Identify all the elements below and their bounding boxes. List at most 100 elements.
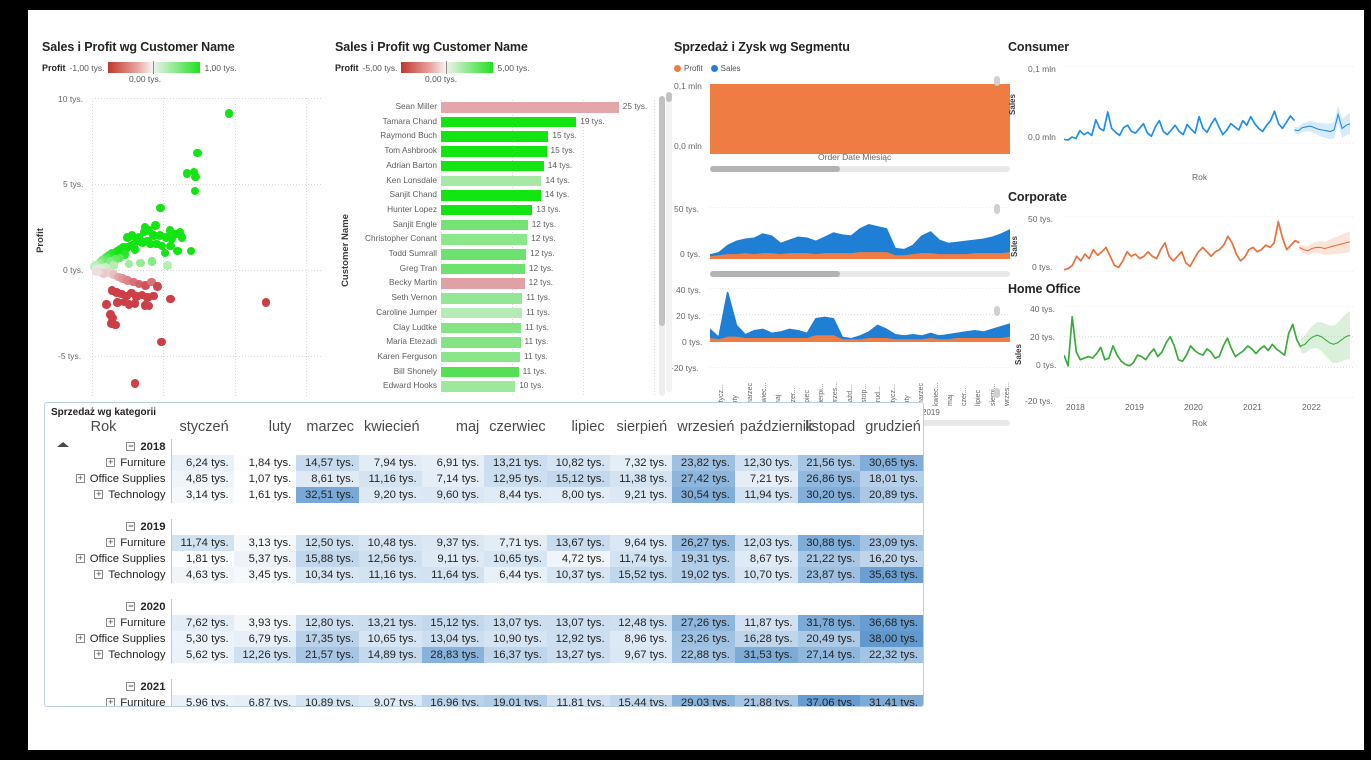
matrix-row[interactable]: + Office Supplies 4,85 tys. 1,07 tys. 8,61 t… (45, 471, 923, 487)
bar-row[interactable]: Adrian Barton 14 tys. (333, 159, 663, 174)
matrix-year-row[interactable]: −2018 (45, 439, 923, 455)
matrix-cell[interactable]: 19,02 tys. (672, 567, 735, 583)
bar-row[interactable]: Bill Shonely 11 tys. (333, 365, 663, 380)
matrix-year-row[interactable]: −2019 (45, 519, 923, 535)
matrix-col-maj[interactable]: maj (422, 418, 485, 439)
matrix-cell[interactable]: 9,20 tys. (358, 487, 422, 503)
matrix-cell[interactable]: 12,30 tys. (734, 455, 798, 471)
bar-row[interactable]: Caroline Jumper 11 tys. (333, 306, 663, 321)
matrix-cell[interactable]: 27,42 tys. (672, 471, 735, 487)
matrix-cell[interactable]: 27,14 tys. (797, 647, 861, 663)
matrix-cell[interactable]: 5,37 tys. (233, 551, 297, 567)
collapse-toggle-icon[interactable]: − (126, 442, 136, 451)
matrix-sort-ascending-icon[interactable] (57, 442, 69, 447)
collapse-toggle-icon[interactable]: − (126, 602, 136, 611)
matrix-row[interactable]: + Technology 5,62 tys. 12,26 tys. 21,57 tys.… (45, 647, 923, 663)
segment-hscrollbar-2[interactable] (710, 271, 1010, 277)
matrix-cell[interactable]: 5,96 tys. (170, 695, 234, 706)
matrix-cell[interactable]: 7,71 tys. (484, 535, 547, 551)
matrix-cell[interactable]: 7,32 tys. (609, 455, 673, 471)
matrix-cell[interactable]: 31,78 tys. (797, 615, 861, 631)
matrix-cell[interactable]: 10,65 tys. (358, 631, 422, 647)
bar-row[interactable]: Sean Miller 25 tys. (333, 100, 663, 115)
expand-toggle-icon[interactable]: + (94, 490, 104, 499)
forecast-chart-consumer[interactable] (1063, 65, 1354, 145)
matrix-cell[interactable]: 26,86 tys. (797, 471, 861, 487)
matrix-cell[interactable]: 21,57 tys. (296, 647, 359, 663)
matrix-cell[interactable]: 8,96 tys. (609, 631, 673, 647)
matrix-cell[interactable]: 11,74 tys. (170, 535, 234, 551)
matrix-cell[interactable]: 23,09 tys. (860, 535, 923, 551)
matrix-cell[interactable]: 38,00 tys. (860, 631, 923, 647)
matrix-cell[interactable]: 6,87 tys. (233, 695, 297, 706)
matrix-cell[interactable]: 32,51 tys. (296, 487, 359, 503)
matrix-year-label[interactable]: −2020 (45, 599, 171, 615)
bar-fill[interactable] (441, 102, 619, 113)
matrix-cell[interactable]: 15,88 tys. (296, 551, 359, 567)
matrix-cell[interactable]: 9,60 tys. (421, 487, 485, 503)
matrix-cell[interactable]: 1,81 tys. (170, 551, 234, 567)
bar-fill[interactable] (441, 263, 525, 275)
matrix-cell[interactable]: 4,85 tys. (170, 471, 234, 487)
matrix-cell[interactable]: 26,27 tys. (672, 535, 735, 551)
matrix-cell[interactable]: 12,80 tys. (296, 615, 359, 631)
segment-chart-3[interactable] (709, 287, 1011, 369)
matrix-cell[interactable]: 12,92 tys. (546, 631, 610, 647)
matrix-cell[interactable]: 14,89 tys. (358, 647, 422, 663)
matrix-cell[interactable]: 19,01 tys. (484, 695, 547, 706)
matrix-category-label[interactable]: + Technology (45, 567, 171, 583)
matrix-cell[interactable]: 11,64 tys. (421, 567, 485, 583)
matrix-col-luty[interactable]: luty (234, 418, 297, 439)
matrix-cell[interactable]: 6,91 tys. (421, 455, 485, 471)
bar-row[interactable]: Christopher Conant 12 tys. (333, 232, 663, 247)
matrix-cell[interactable]: 11,16 tys. (358, 471, 422, 487)
matrix-col-pazdziernik[interactable]: październik (735, 418, 813, 439)
collapse-toggle-icon[interactable]: − (126, 522, 136, 531)
matrix-cell[interactable]: 13,07 tys. (546, 615, 610, 631)
matrix-cell[interactable]: 23,87 tys. (797, 567, 861, 583)
matrix-cell[interactable]: 23,82 tys. (672, 455, 735, 471)
matrix-col-lipiec[interactable]: lipiec (547, 418, 610, 439)
matrix-cell[interactable]: 30,54 tys. (672, 487, 735, 503)
expand-toggle-icon[interactable]: + (106, 698, 116, 706)
bar-fill[interactable] (441, 190, 541, 201)
matrix-row[interactable]: + Technology 3,14 tys. 1,61 tys. 32,51 tys. 9… (45, 487, 923, 503)
forecast-chart-corporate[interactable] (1063, 215, 1354, 273)
matrix-row[interactable]: + Furniture 11,74 tys. 3,13 tys. 12,50 tys. 1… (45, 535, 923, 551)
bar-row[interactable]: Raymond Buch 15 tys. (333, 129, 663, 144)
bar-row[interactable]: Karen Ferguson 11 tys. (333, 350, 663, 365)
matrix-row[interactable]: + Technology 4,63 tys. 3,45 tys. 10,34 tys. 1… (45, 567, 923, 583)
matrix-cell[interactable]: 10,65 tys. (484, 551, 547, 567)
bar-plot-area[interactable]: Sean Miller 25 tys. Tamara Chand 19 tys. Ray… (333, 100, 663, 396)
matrix-cell[interactable]: 10,70 tys. (734, 567, 798, 583)
matrix-year-label[interactable]: −2019 (45, 519, 171, 535)
matrix-cell[interactable]: 11,74 tys. (609, 551, 673, 567)
bar-fill[interactable] (441, 307, 523, 319)
matrix-cell[interactable]: 6,24 tys. (170, 455, 234, 471)
bar-row[interactable]: Greg Tran 12 tys. (333, 262, 663, 277)
segment-chart-2[interactable] (709, 206, 1011, 260)
matrix-row[interactable]: + Office Supplies 1,81 tys. 5,37 tys. 15,88 … (45, 551, 923, 567)
matrix-cell[interactable]: 30,20 tys. (797, 487, 861, 503)
matrix-col-czerwiec[interactable]: czerwiec (484, 418, 547, 439)
segment-hscrollbar-1[interactable] (710, 166, 1010, 172)
matrix-cell[interactable]: 5,30 tys. (170, 631, 234, 647)
matrix-category-label[interactable]: + Office Supplies (45, 551, 171, 567)
matrix-cell[interactable]: 16,28 tys. (734, 631, 798, 647)
matrix-cell[interactable]: 13,67 tys. (546, 535, 610, 551)
matrix-year-label[interactable]: −2021 (45, 679, 171, 695)
segment-chart-1[interactable] (709, 10, 1011, 155)
bar-vertical-scrollbar[interactable] (659, 96, 665, 396)
matrix-cell[interactable]: 13,27 tys. (546, 647, 610, 663)
matrix-cell[interactable]: 3,45 tys. (233, 567, 297, 583)
bar-row[interactable]: Tamara Chand 19 tys. (333, 115, 663, 130)
matrix-cell[interactable]: 12,56 tys. (358, 551, 422, 567)
matrix-row-header[interactable]: Rok (45, 418, 171, 439)
forecast-vertical-scrollbar[interactable] (994, 76, 1000, 398)
matrix-cell[interactable]: 22,88 tys. (672, 647, 735, 663)
matrix-category-label[interactable]: + Technology (45, 487, 171, 503)
matrix-col-kwiecien[interactable]: kwiecień (359, 418, 422, 439)
bar-row[interactable]: Todd Sumrall 12 tys. (333, 247, 663, 262)
expand-toggle-icon[interactable]: + (75, 634, 85, 643)
matrix-cell[interactable]: 30,65 tys. (860, 455, 923, 471)
